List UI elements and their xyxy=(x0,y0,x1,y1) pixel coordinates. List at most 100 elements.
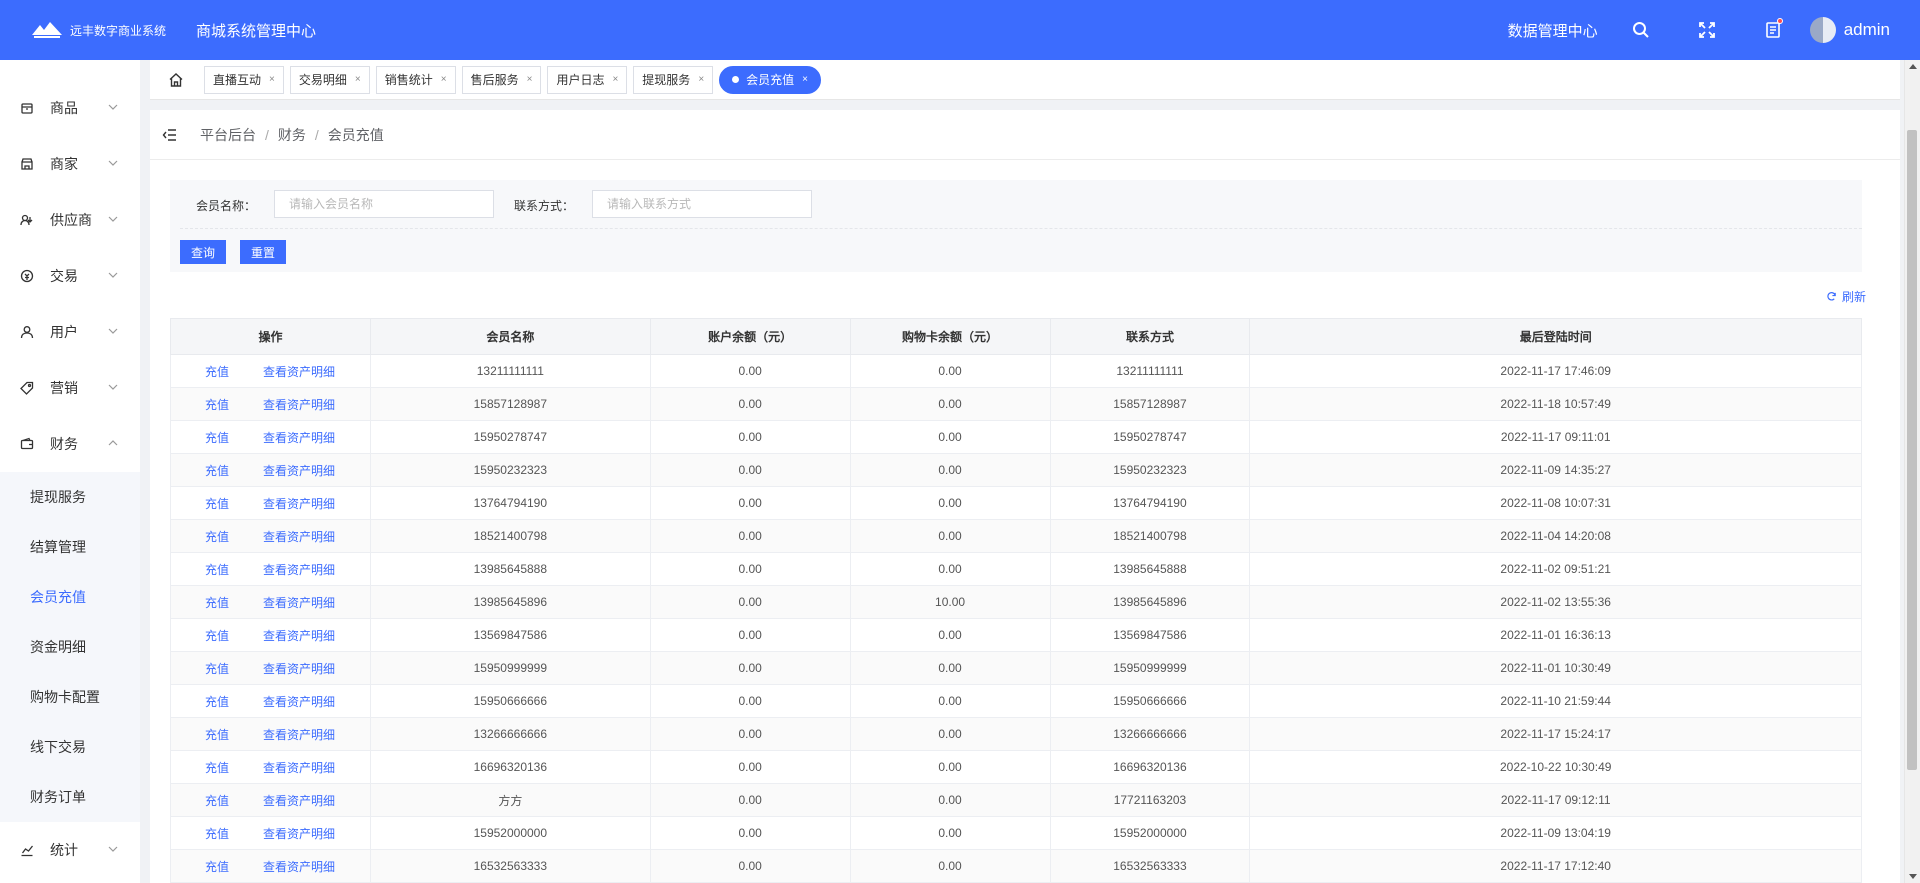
sidebar-item-label: 统计 xyxy=(50,842,78,858)
contact-cell: 16532563333 xyxy=(1049,849,1251,883)
recharge-link[interactable]: 充值 xyxy=(205,860,229,874)
sidebar-subitem-card-config[interactable]: 购物卡配置 xyxy=(0,672,140,722)
col-header-last-login[interactable]: 最后登陆时间 xyxy=(1249,318,1862,355)
asset-detail-link[interactable]: 查看资产明细 xyxy=(263,365,335,379)
asset-detail-link[interactable]: 查看资产明细 xyxy=(263,563,335,577)
sidebar-subitem-offline-trade[interactable]: 线下交易 xyxy=(0,722,140,772)
col-header-balance[interactable]: 账户余额（元） xyxy=(649,318,851,355)
asset-detail-link[interactable]: 查看资产明细 xyxy=(263,695,335,709)
tab-after-sales[interactable]: 售后服务 × xyxy=(461,65,542,94)
tab-member-recharge[interactable]: 会员充值 × xyxy=(719,65,822,94)
page-scrollbar[interactable] xyxy=(1904,60,1920,883)
chevron-down-icon xyxy=(108,272,118,278)
close-icon[interactable]: × xyxy=(802,74,808,85)
sidebar-item-trade[interactable]: 交易 xyxy=(0,248,140,304)
main-panel: 平台后台 / 财务 / 会员充值 会员名称： 联系方式： 查询 重置 刷新 操作… xyxy=(150,110,1900,883)
sidebar-subitem-member-recharge[interactable]: 会员充值 xyxy=(0,572,140,622)
asset-detail-link[interactable]: 查看资产明细 xyxy=(263,662,335,676)
recharge-link[interactable]: 充值 xyxy=(205,365,229,379)
recharge-link[interactable]: 充值 xyxy=(205,761,229,775)
notification-icon[interactable] xyxy=(1760,17,1786,43)
recharge-link[interactable]: 充值 xyxy=(205,662,229,676)
actions-cell: 充值 查看资产明细 xyxy=(170,618,371,652)
breadcrumb-item[interactable]: 平台后台 xyxy=(200,125,256,145)
col-header-actions: 操作 xyxy=(170,318,371,355)
recharge-link[interactable]: 充值 xyxy=(205,464,229,478)
member-name-cell: 15950278747 xyxy=(369,420,651,454)
avatar[interactable] xyxy=(1809,17,1836,43)
sidebar-item-finance[interactable]: 财务 xyxy=(0,416,140,472)
sidebar-item-goods[interactable]: 商品 xyxy=(0,80,140,136)
recharge-link[interactable]: 充值 xyxy=(205,431,229,445)
sidebar-subitem-settlement[interactable]: 结算管理 xyxy=(0,522,140,572)
last-login-cell: 2022-11-01 10:30:49 xyxy=(1249,651,1862,685)
fullscreen-icon[interactable] xyxy=(1694,17,1720,43)
table-row: 充值 查看资产明细 13569847586 0.00 0.00 13569847586 20… xyxy=(170,618,1862,652)
asset-detail-link[interactable]: 查看资产明细 xyxy=(263,530,335,544)
refresh-button[interactable]: 刷新 xyxy=(1826,288,1866,305)
asset-detail-link[interactable]: 查看资产明细 xyxy=(263,431,335,445)
breadcrumb-item[interactable]: 财务 xyxy=(278,125,306,145)
sidebar-item-stats[interactable]: 统计 xyxy=(0,822,140,878)
user-name[interactable]: admin xyxy=(1844,20,1890,40)
tab-live[interactable]: 直播互动 × xyxy=(204,65,284,94)
recharge-link[interactable]: 充值 xyxy=(205,827,229,841)
asset-detail-link[interactable]: 查看资产明细 xyxy=(263,761,335,775)
recharge-link[interactable]: 充值 xyxy=(205,530,229,544)
close-icon[interactable]: × xyxy=(269,74,275,85)
sidebar-item-marketing[interactable]: 营销 xyxy=(0,360,140,416)
asset-detail-link[interactable]: 查看资产明细 xyxy=(263,464,335,478)
home-icon[interactable] xyxy=(162,66,190,94)
scroll-up-arrow[interactable] xyxy=(1909,64,1917,69)
recharge-link[interactable]: 充值 xyxy=(205,695,229,709)
asset-detail-link[interactable]: 查看资产明细 xyxy=(263,596,335,610)
asset-detail-link[interactable]: 查看资产明细 xyxy=(263,629,335,643)
asset-detail-link[interactable]: 查看资产明细 xyxy=(263,398,335,412)
recharge-link[interactable]: 充值 xyxy=(205,629,229,643)
sidebar-subitem-finance-order[interactable]: 财务订单 xyxy=(0,772,140,822)
asset-detail-link[interactable]: 查看资产明细 xyxy=(263,794,335,808)
asset-detail-link[interactable]: 查看资产明细 xyxy=(263,728,335,742)
sidebar-item-label: 财务 xyxy=(50,436,78,452)
tab-trade-detail[interactable]: 交易明细 × xyxy=(289,65,370,94)
close-icon[interactable]: × xyxy=(612,74,618,85)
recharge-link[interactable]: 充值 xyxy=(205,563,229,577)
data-center-link[interactable]: 数据管理中心 xyxy=(1508,20,1598,41)
balance-cell: 0.00 xyxy=(649,585,851,619)
close-icon[interactable]: × xyxy=(355,74,361,85)
col-header-card-balance[interactable]: 购物卡余额（元） xyxy=(849,318,1051,355)
recharge-link[interactable]: 充值 xyxy=(205,728,229,742)
tab-sales-stats[interactable]: 销售统计 × xyxy=(375,65,456,94)
asset-detail-link[interactable]: 查看资产明细 xyxy=(263,860,335,874)
member-name-input[interactable] xyxy=(274,190,494,218)
recharge-link[interactable]: 充值 xyxy=(205,497,229,511)
asset-detail-link[interactable]: 查看资产明细 xyxy=(263,827,335,841)
chart-icon xyxy=(20,843,34,857)
contact-input[interactable] xyxy=(592,190,812,218)
asset-detail-link[interactable]: 查看资产明细 xyxy=(263,497,335,511)
card-balance-cell: 0.00 xyxy=(849,486,1051,520)
tab-withdraw[interactable]: 提现服务 × xyxy=(633,65,714,94)
sidebar-subitem-withdraw[interactable]: 提现服务 xyxy=(0,472,140,522)
search-icon[interactable] xyxy=(1628,17,1654,43)
sidebar-item-merchant[interactable]: 商家 xyxy=(0,136,140,192)
col-header-name[interactable]: 会员名称 xyxy=(369,318,651,355)
query-button[interactable]: 查询 xyxy=(180,240,227,264)
sidebar-item-supplier[interactable]: 供应商 xyxy=(0,192,140,248)
breadcrumb-item-current: 会员充值 xyxy=(327,126,384,143)
reset-button[interactable]: 重置 xyxy=(240,240,287,264)
recharge-link[interactable]: 充值 xyxy=(205,398,229,412)
recharge-link[interactable]: 充值 xyxy=(205,794,229,808)
close-icon[interactable]: × xyxy=(441,74,447,85)
sidebar-subitem-fund-detail[interactable]: 资金明细 xyxy=(0,622,140,672)
col-header-contact[interactable]: 联系方式 xyxy=(1049,318,1251,355)
sidebar-item-user[interactable]: 用户 xyxy=(0,304,140,360)
contact-cell: 13985645896 xyxy=(1049,585,1251,619)
scroll-thumb[interactable] xyxy=(1907,130,1917,770)
scroll-down-arrow[interactable] xyxy=(1909,874,1917,879)
close-icon[interactable]: × xyxy=(527,74,533,85)
recharge-link[interactable]: 充值 xyxy=(205,596,229,610)
tab-user-log[interactable]: 用户日志 × xyxy=(547,65,628,94)
menu-collapse-icon[interactable] xyxy=(162,127,178,143)
close-icon[interactable]: × xyxy=(698,74,704,85)
